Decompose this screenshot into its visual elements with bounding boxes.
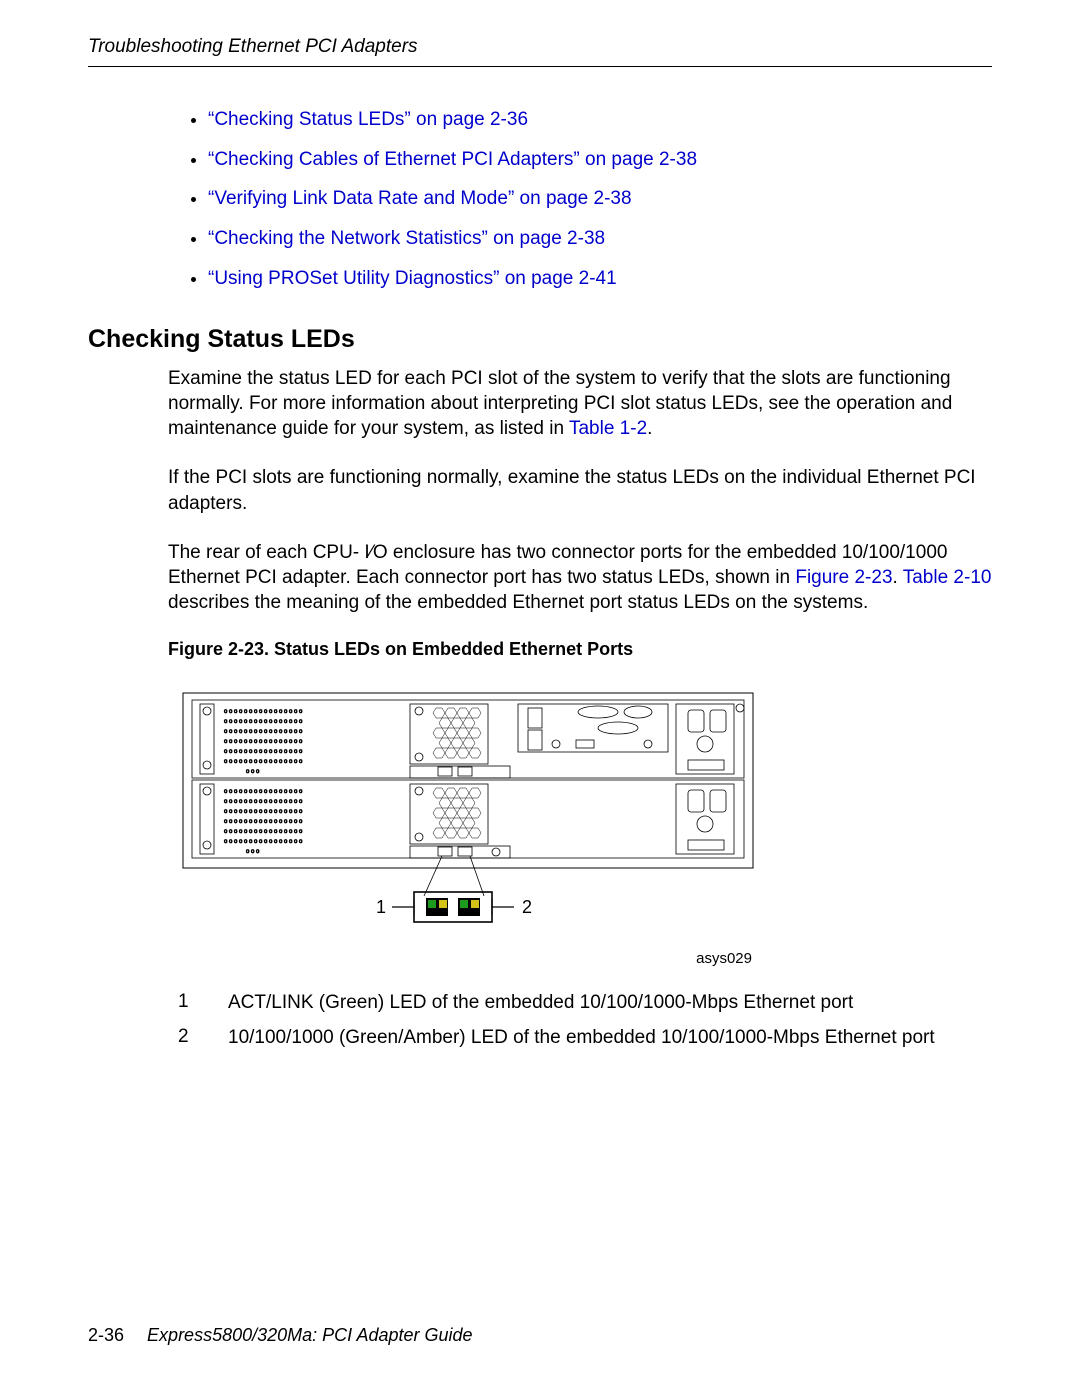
svg-text:o o o: o o o (246, 769, 260, 775)
text: . (647, 418, 652, 439)
legend-row: 2 10/100/1000 (Green/Amber) LED of the e… (178, 1026, 992, 1051)
toc-item: “Using PROSet Utility Diagnostics” on pa… (208, 266, 992, 292)
svg-text:o o o o o o o o o o o o o o o: o o o o o o o o o o o o o o o o (224, 799, 303, 805)
svg-text:o o o o o o o o o o o o o o o: o o o o o o o o o o o o o o o o (224, 719, 303, 725)
page-footer: 2-36 Express5800/320Ma: PCI Adapter Guid… (88, 1325, 473, 1346)
toc-item: “Verifying Link Data Rate and Mode” on p… (208, 186, 992, 212)
cross-ref[interactable]: Table 2-10 (903, 567, 992, 588)
svg-text:o o o o o o o o o o o o o o o: o o o o o o o o o o o o o o o o (224, 829, 303, 835)
cross-ref[interactable]: Table 1-2 (569, 418, 647, 439)
paragraph: The rear of each CPU- I⁄O enclosure has … (168, 540, 992, 615)
svg-text:o o o o o o o o o o o o o o o: o o o o o o o o o o o o o o o o (224, 729, 303, 735)
text: . (893, 567, 903, 588)
running-header: Troubleshooting Ethernet PCI Adapters (88, 36, 992, 67)
toc-item: “Checking Cables of Ethernet PCI Adapter… (208, 147, 992, 173)
toc-item: “Checking the Network Statistics” on pag… (208, 226, 992, 252)
svg-text:o o o o o o o o o o o o o o o: o o o o o o o o o o o o o o o o (224, 749, 303, 755)
svg-text:2: 2 (522, 897, 532, 917)
toc-list: “Checking Status LEDs” on page 2-36 “Che… (88, 107, 992, 291)
toc-link[interactable]: “Checking the Network Statistics” on pag… (208, 228, 605, 249)
paragraph: Examine the status LED for each PCI slot… (168, 366, 992, 441)
svg-text:1: 1 (376, 897, 386, 917)
text: describes the meaning of the embedded Et… (168, 592, 868, 613)
svg-text:o o o o o o o o o o o o o o o: o o o o o o o o o o o o o o o o (224, 759, 303, 765)
svg-text:o o o o o o o o o o o o o o o: o o o o o o o o o o o o o o o o (224, 709, 303, 715)
figure-title: Figure 2-23. Status LEDs on Embedded Eth… (168, 639, 992, 660)
paragraph: If the PCI slots are functioning normall… (168, 465, 992, 515)
cross-ref[interactable]: Figure 2-23 (795, 567, 892, 588)
legend-number: 1 (178, 991, 228, 1016)
legend-number: 2 (178, 1026, 228, 1051)
svg-text:o o o o o o o o o o o o o o o: o o o o o o o o o o o o o o o o (224, 809, 303, 815)
toc-link[interactable]: “Checking Cables of Ethernet PCI Adapter… (208, 149, 697, 170)
svg-text:o o o o o o o o o o o o o o o: o o o o o o o o o o o o o o o o (224, 739, 303, 745)
toc-link[interactable]: “Verifying Link Data Rate and Mode” on p… (208, 188, 632, 209)
figure: o o o o o o o o o o o o o o o o o o o o … (178, 688, 758, 967)
svg-text:o o o o o o o o o o o o o o o: o o o o o o o o o o o o o o o o (224, 819, 303, 825)
toc-link[interactable]: “Using PROSet Utility Diagnostics” on pa… (208, 268, 617, 289)
footer-title: Express5800/320Ma: PCI Adapter Guide (147, 1325, 473, 1345)
figure-id: asys029 (178, 950, 758, 967)
page-number: 2-36 (88, 1325, 124, 1345)
hardware-diagram: o o o o o o o o o o o o o o o o o o o o … (178, 688, 758, 948)
toc-link[interactable]: “Checking Status LEDs” on page 2-36 (208, 109, 528, 130)
svg-text:o o o o o o o o o o o o o o o: o o o o o o o o o o o o o o o o (224, 789, 303, 795)
svg-text:o o o: o o o (246, 849, 260, 855)
legend-text: ACT/LINK (Green) LED of the embedded 10/… (228, 991, 992, 1016)
section-heading: Checking Status LEDs (88, 325, 992, 354)
header-title: Troubleshooting Ethernet PCI Adapters (88, 36, 418, 57)
text: If the PCI slots are functioning normall… (168, 467, 976, 513)
text: Examine the status LED for each PCI slot… (168, 368, 952, 439)
toc-item: “Checking Status LEDs” on page 2-36 (208, 107, 992, 133)
svg-text:o o o o o o o o o o o o o o o: o o o o o o o o o o o o o o o o (224, 839, 303, 845)
figure-legend: 1 ACT/LINK (Green) LED of the embedded 1… (178, 991, 992, 1050)
legend-text: 10/100/1000 (Green/Amber) LED of the emb… (228, 1026, 992, 1051)
legend-row: 1 ACT/LINK (Green) LED of the embedded 1… (178, 991, 992, 1016)
